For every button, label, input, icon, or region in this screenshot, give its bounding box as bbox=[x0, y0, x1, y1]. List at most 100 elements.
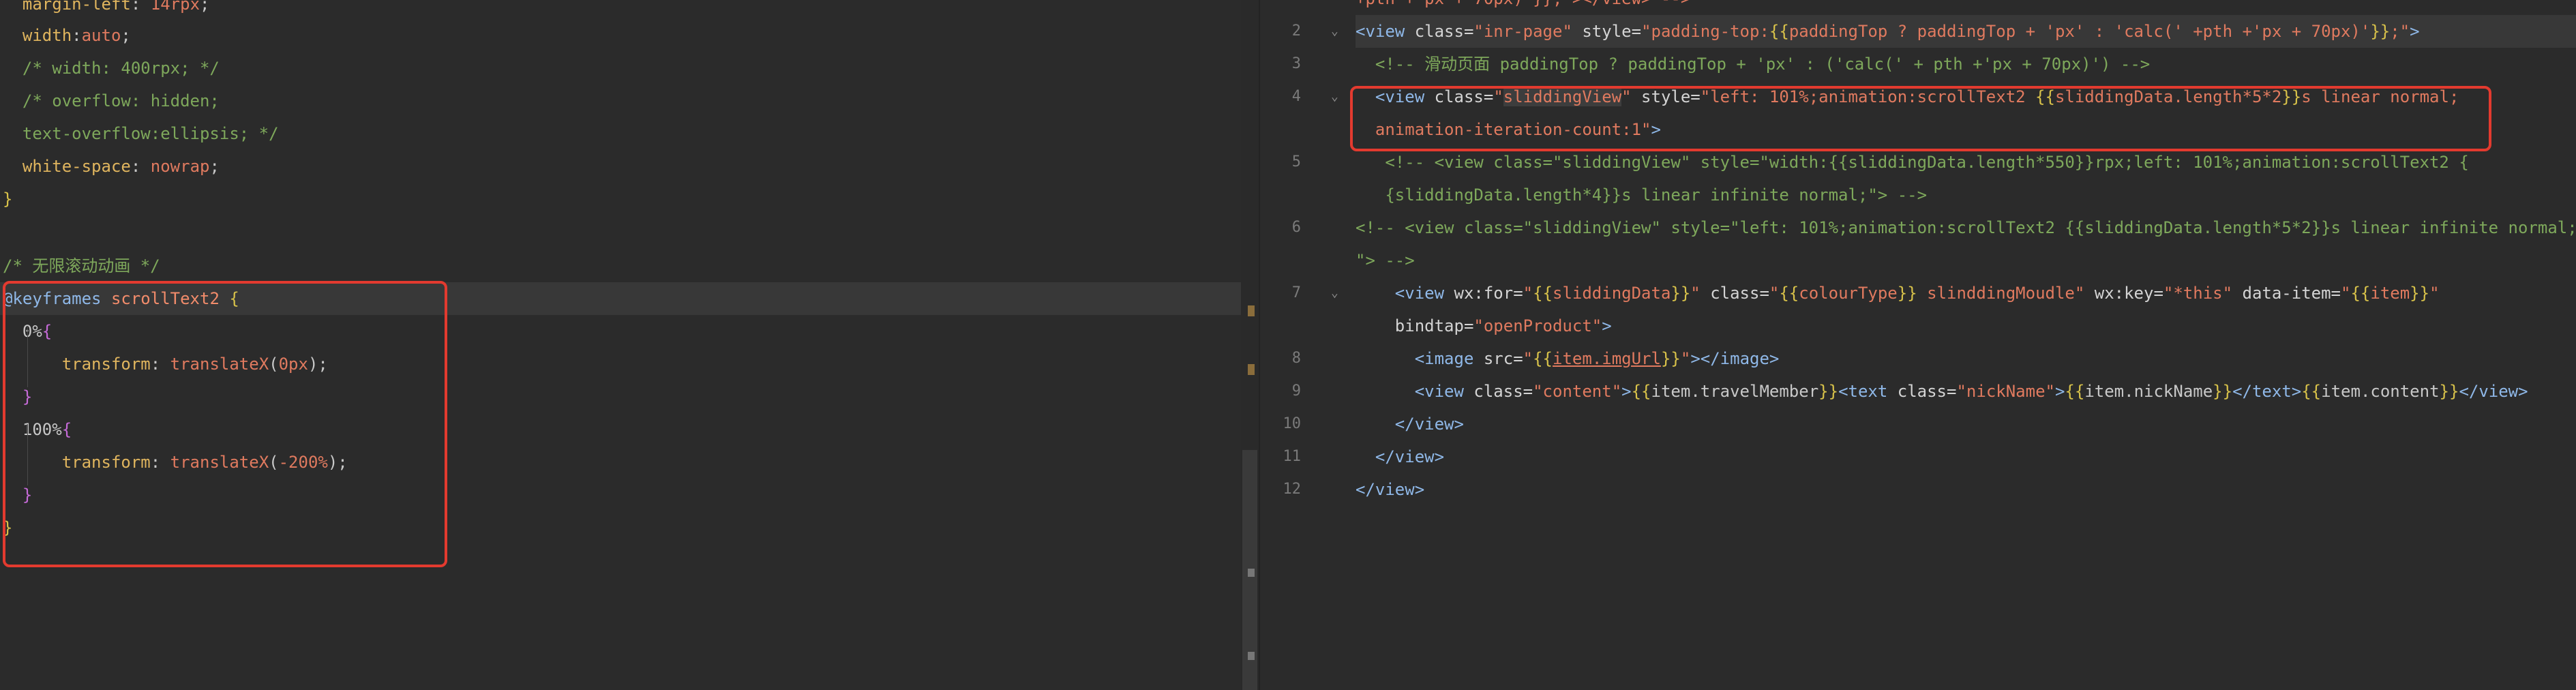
code-token: : bbox=[130, 0, 151, 14]
code-line[interactable]: </view> bbox=[1356, 473, 1424, 506]
line-number: 11 bbox=[1283, 448, 1302, 465]
line-number: 5 bbox=[1291, 153, 1301, 170]
code-token: ;" bbox=[2390, 22, 2410, 41]
code-token: style= bbox=[1572, 22, 1642, 41]
code-token: <view bbox=[1356, 22, 1405, 41]
code-line[interactable]: </view> bbox=[1356, 408, 1464, 440]
code-line[interactable]: width:auto; bbox=[3, 19, 131, 52]
code-token: }} bbox=[1897, 284, 1917, 303]
code-line[interactable]: <view wx:for="{{sliddingData}}" class="{… bbox=[1356, 277, 2440, 310]
code-token: ; bbox=[121, 26, 131, 45]
scrollbar-marker bbox=[1248, 569, 1255, 577]
code-token: > bbox=[2410, 22, 2420, 41]
code-token: sliddingData bbox=[1553, 284, 1671, 303]
code-token: class= bbox=[1887, 382, 1957, 401]
code-line[interactable]: </view> bbox=[1356, 440, 1444, 473]
code-token: <image bbox=[1414, 349, 1474, 368]
code-line[interactable]: {sliddingData.length*4}}s linear infinit… bbox=[1356, 179, 1927, 211]
code-line[interactable]: <!-- 滑动页面 paddingTop ? paddingTop + 'px'… bbox=[1356, 48, 2150, 80]
code-token: : bbox=[72, 26, 82, 45]
code-token: " bbox=[1769, 284, 1780, 303]
line-number: 12 bbox=[1283, 481, 1302, 498]
code-token: "> --> bbox=[1356, 251, 1415, 270]
code-token: <text bbox=[1838, 382, 1888, 401]
code-token: {{ bbox=[1769, 22, 1789, 41]
code-line[interactable]: white-space: nowrap; bbox=[3, 150, 220, 183]
code-token: wx:for= bbox=[1444, 284, 1523, 303]
code-token: src= bbox=[1473, 349, 1523, 368]
code-token: item.imgUrl bbox=[1553, 349, 1661, 368]
code-line[interactable]: } bbox=[3, 183, 12, 215]
code-token: {{ bbox=[1533, 284, 1553, 303]
code-token: : bbox=[130, 157, 151, 176]
code-token: "nickName" bbox=[1956, 382, 2055, 401]
fold-chevron-icon[interactable]: ⌄ bbox=[1331, 80, 1338, 113]
code-token: ; bbox=[209, 157, 220, 176]
code-token: white-space bbox=[22, 157, 131, 176]
code-line-fragment: +pth + px + 70px) }}, ></view> --> bbox=[1356, 0, 1690, 15]
code-token: }} bbox=[1660, 349, 1681, 368]
code-line[interactable]: /* width: 400rpx; */ bbox=[3, 52, 220, 85]
code-token: <view bbox=[1394, 284, 1445, 303]
fold-chevron-icon[interactable]: ⌄ bbox=[1331, 277, 1338, 310]
code-token: }} bbox=[1818, 382, 1839, 401]
code-token: " bbox=[1690, 284, 1701, 303]
code-token: }} bbox=[2410, 284, 2430, 303]
code-token: {{ bbox=[1779, 284, 1799, 303]
code-token: "padding-top: bbox=[1641, 22, 1769, 41]
code-token: bindtap= bbox=[1356, 316, 1474, 335]
code-token: item.travelMember bbox=[1651, 382, 1819, 401]
code-token: {sliddingData.length*4}}s linear infinit… bbox=[1356, 185, 1928, 205]
code-token: data-item= bbox=[2232, 284, 2341, 303]
code-token: item.content bbox=[2321, 382, 2440, 401]
scrollbar-marker bbox=[1248, 652, 1255, 660]
code-token: }} bbox=[1671, 284, 1691, 303]
code-line[interactable]: /* 无限滚动动画 */ bbox=[3, 250, 160, 282]
code-token: slinddingMoudle" bbox=[1917, 284, 2085, 303]
scrollbar-marker bbox=[1248, 305, 1255, 316]
code-token: item bbox=[2370, 284, 2410, 303]
code-token: {{ bbox=[2301, 382, 2322, 401]
code-token: width bbox=[22, 26, 72, 45]
code-token: class= bbox=[1405, 22, 1474, 41]
code-token: > bbox=[1621, 382, 1632, 401]
line-number: 4 bbox=[1291, 88, 1301, 105]
fold-chevron-icon[interactable]: ⌄ bbox=[1331, 15, 1338, 48]
code-line[interactable]: text-overflow:ellipsis; */ bbox=[3, 117, 279, 150]
scrollbar-marker bbox=[1248, 364, 1255, 375]
code-token: > bbox=[2054, 382, 2065, 401]
code-token: ; bbox=[200, 0, 210, 14]
code-token: wx:key= bbox=[2084, 284, 2163, 303]
code-token: }} bbox=[2213, 382, 2233, 401]
line-number: 3 bbox=[1291, 55, 1301, 72]
editor-window: margin-left: 14rpx; width:auto; /* width… bbox=[0, 0, 2576, 690]
line-number: 9 bbox=[1291, 382, 1301, 400]
code-token: <view bbox=[1414, 382, 1464, 401]
highlight-box-view-style bbox=[1350, 86, 2491, 151]
code-token: item.nickName bbox=[2084, 382, 2213, 401]
code-line[interactable]: margin-left: 14rpx; bbox=[3, 0, 210, 20]
code-line[interactable]: <!-- <view class="sliddingView" style="l… bbox=[1356, 211, 2576, 244]
code-token: </view> bbox=[1356, 480, 1425, 499]
code-line[interactable]: /* overflow: hidden; bbox=[3, 85, 220, 117]
highlight-box-keyframes bbox=[3, 281, 447, 567]
code-token: 14rpx bbox=[150, 0, 200, 14]
code-token: paddingTop ? paddingTop + 'px' : 'calc('… bbox=[1788, 22, 2371, 41]
code-token: </text> bbox=[2232, 382, 2302, 401]
code-line[interactable]: bindtap="openProduct"> bbox=[1356, 310, 1612, 342]
code-line[interactable]: "> --> bbox=[1356, 244, 1415, 277]
line-number: 8 bbox=[1291, 350, 1301, 367]
code-line[interactable]: <view class="content">{{item.travelMembe… bbox=[1356, 375, 2528, 408]
code-line[interactable]: <view class="inr-page" style="padding-to… bbox=[1356, 15, 2420, 48]
code-line[interactable]: <image src="{{item.imgUrl}}"></image> bbox=[1356, 342, 1780, 375]
code-token: auto bbox=[81, 26, 121, 45]
code-token: /* width: 400rpx; */ bbox=[3, 59, 220, 78]
code-token: "openProduct" bbox=[1473, 316, 1602, 335]
code-token: <!-- <view class="sliddingView" style="w… bbox=[1356, 153, 2469, 172]
code-token: " bbox=[2341, 284, 2351, 303]
